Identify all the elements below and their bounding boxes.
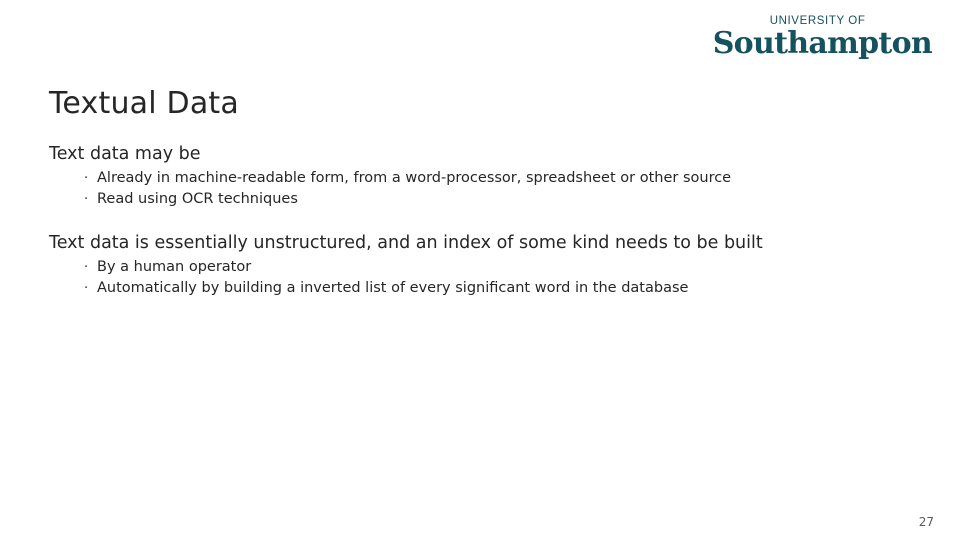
slide: UNIVERSITY OF Southampton Textual Data T… xyxy=(0,0,960,540)
list-item: · Already in machine-readable form, from… xyxy=(49,168,919,189)
bullet-list: · By a human operator · Automatically by… xyxy=(49,257,919,299)
list-item-label: Automatically by building a inverted lis… xyxy=(97,280,689,296)
body-heading: Text data may be xyxy=(49,144,201,164)
list-item: · Read using OCR techniques xyxy=(49,189,919,210)
body-heading: Text data is essentially unstructured, a… xyxy=(49,233,763,253)
university-logo: UNIVERSITY OF Southampton xyxy=(712,15,933,61)
list-item-label: Read using OCR techniques xyxy=(97,191,298,207)
bullet-icon: · xyxy=(84,281,89,296)
list-item: · Automatically by building a inverted l… xyxy=(49,278,919,299)
list-item-label: Already in machine-readable form, from a… xyxy=(97,170,732,186)
logo-southampton-text: Southampton xyxy=(712,25,933,61)
slide-body: Text data may be · Already in machine-re… xyxy=(49,142,919,299)
bullet-list: · Already in machine-readable form, from… xyxy=(49,168,919,210)
list-item: · By a human operator xyxy=(49,257,919,278)
bullet-icon: · xyxy=(84,192,89,207)
list-item-label: By a human operator xyxy=(97,259,252,275)
bullet-icon: · xyxy=(84,260,89,275)
bullet-icon: · xyxy=(84,171,89,186)
page-title: Textual Data xyxy=(49,86,239,121)
page-number: 27 xyxy=(918,515,934,529)
